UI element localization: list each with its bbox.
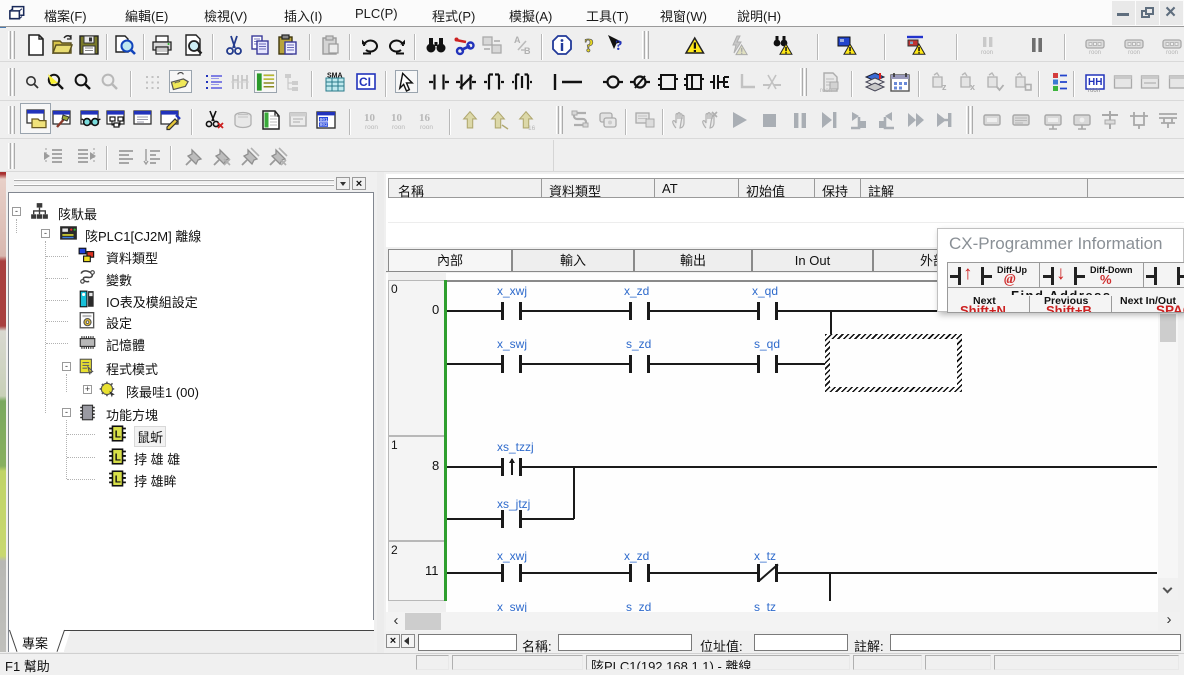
svg-text:SMA: SMA — [327, 72, 343, 79]
svg-text:roon: roon — [365, 124, 378, 131]
svg-text:L: L — [115, 452, 121, 463]
svg-text:CI: CI — [359, 75, 371, 89]
svg-text:16: 16 — [528, 125, 536, 131]
svg-text:A: A — [514, 35, 521, 45]
svg-text:001: 001 — [319, 117, 327, 123]
svg-text:roon: roon — [1128, 50, 1140, 56]
svg-text:10: 10 — [391, 112, 403, 124]
svg-text:z: z — [942, 82, 947, 92]
svg-text:x: x — [970, 82, 975, 92]
svg-text:HH: HH — [1088, 77, 1102, 88]
svg-text:roon: roon — [1166, 50, 1178, 56]
svg-text:16: 16 — [419, 112, 431, 124]
svg-text:roon: roon — [820, 88, 832, 93]
svg-text:roon: roon — [392, 124, 405, 131]
svg-text:L: L — [115, 474, 121, 485]
svg-text:roon: roon — [420, 124, 433, 131]
svg-text:?: ? — [584, 35, 594, 56]
svg-text:10: 10 — [364, 112, 376, 124]
svg-text:roon: roon — [1089, 50, 1101, 56]
svg-text:L: L — [115, 429, 121, 440]
svg-text:roon: roon — [981, 50, 993, 56]
svg-text:roon: roon — [1088, 88, 1100, 93]
svg-text:?: ? — [615, 38, 623, 54]
svg-text:002: 002 — [319, 122, 327, 128]
svg-text:B: B — [524, 46, 531, 56]
